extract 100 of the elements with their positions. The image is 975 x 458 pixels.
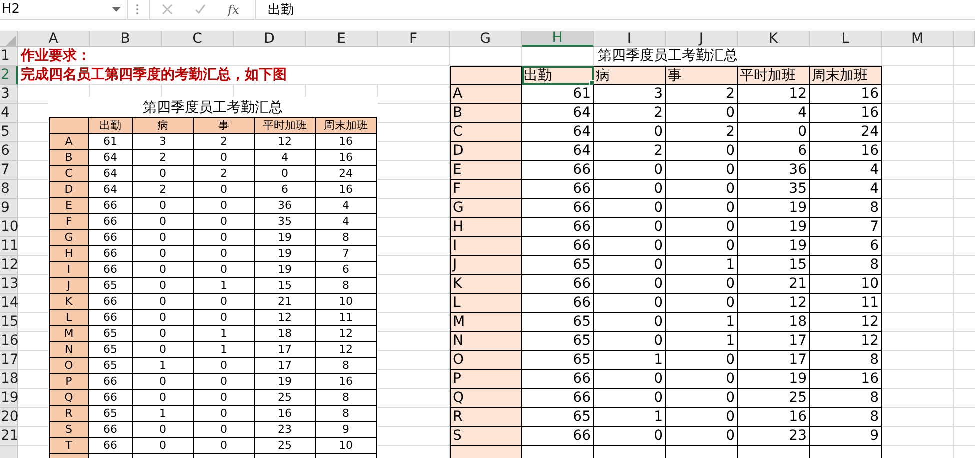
table-title: 第四季度员工考勤汇总: [142, 99, 284, 117]
row-number[interactable]: 6: [0, 142, 18, 161]
row-number[interactable]: 7: [0, 161, 18, 180]
column-header[interactable]: B: [90, 31, 162, 47]
table-cell: 0: [133, 230, 194, 246]
table-cell: 66: [522, 180, 594, 199]
row-number[interactable]: 8: [0, 180, 18, 199]
drag-handle-icon[interactable]: [136, 4, 139, 15]
check-icon[interactable]: [195, 4, 206, 15]
column-header[interactable]: M: [882, 31, 954, 47]
row-number[interactable]: 10: [0, 218, 18, 237]
caret-icon[interactable]: [112, 7, 121, 12]
column-header[interactable]: C: [162, 31, 234, 47]
cancel-icon[interactable]: [162, 4, 173, 15]
row-number[interactable]: 16: [0, 332, 18, 351]
table-cell: 2: [666, 123, 738, 142]
name-cell: C: [450, 123, 522, 142]
table-cell: 12: [738, 85, 810, 104]
table-cell: 0: [194, 422, 255, 438]
table-cell: 3: [594, 85, 666, 104]
table-cell: 0: [594, 332, 666, 351]
name-cell: A: [450, 85, 522, 104]
table-cell: 24: [810, 123, 882, 142]
table-cell: 36: [738, 161, 810, 180]
header-cell[interactable]: 平时加班: [738, 66, 810, 85]
table-cell: 64: [522, 123, 594, 142]
row-number[interactable]: 5: [0, 123, 18, 142]
column-header[interactable]: G: [450, 31, 522, 47]
name-cell: I: [50, 262, 89, 278]
header-cell[interactable]: 事: [666, 66, 738, 85]
table-cell: 0: [738, 123, 810, 142]
column-header[interactable]: L: [810, 31, 882, 47]
row-number[interactable]: 13: [0, 275, 18, 294]
row-number[interactable]: 4: [0, 104, 18, 123]
row-number[interactable]: 20: [0, 408, 18, 427]
column-header[interactable]: I: [594, 31, 666, 47]
row-number[interactable]: 11: [0, 237, 18, 256]
table-cell: 66: [89, 294, 133, 310]
row-number[interactable]: 17: [0, 351, 18, 370]
table-cell: 0: [666, 294, 738, 313]
table-cell: 4: [810, 161, 882, 180]
name-cell: F: [50, 214, 89, 230]
table-cell: 0: [133, 246, 194, 262]
row-number[interactable]: 18: [0, 370, 18, 389]
row-number[interactable]: 1: [0, 47, 18, 66]
column-header[interactable]: [954, 31, 975, 47]
table-cell: 0: [666, 275, 738, 294]
table-cell: 0: [666, 351, 738, 370]
name-box[interactable]: H2: [0, 0, 128, 19]
table-cell: 0: [133, 342, 194, 358]
name-cell: O: [50, 358, 89, 374]
table-cell: 0: [666, 199, 738, 218]
name-cell: E: [50, 198, 89, 214]
insert-function-button[interactable]: fx: [228, 2, 240, 16]
table-cell: 4: [738, 104, 810, 123]
row-number[interactable]: 9: [0, 199, 18, 218]
table-cell: 8: [316, 390, 377, 406]
table-cell: 17: [738, 332, 810, 351]
table-cell: 15: [255, 278, 316, 294]
header-cell[interactable]: 周末加班: [810, 66, 882, 85]
table-cell: 0: [594, 427, 666, 446]
table-cell: 1: [133, 406, 194, 422]
row-number[interactable]: 15: [0, 313, 18, 332]
row-number[interactable]: 12: [0, 256, 18, 275]
name-cell: I: [450, 237, 522, 256]
table-cell: 0: [133, 326, 194, 342]
table-cell: 65: [522, 313, 594, 332]
table-cell: 0: [194, 310, 255, 326]
column-header[interactable]: E: [306, 31, 378, 47]
row-number[interactable]: 19: [0, 389, 18, 408]
table-cell: 66: [89, 374, 133, 390]
column-header[interactable]: H: [522, 31, 594, 47]
table-cell: 7: [316, 246, 377, 262]
row-number[interactable]: 2: [0, 66, 18, 85]
table-cell: 66: [89, 198, 133, 214]
name-cell: Q: [50, 390, 89, 406]
name-cell: N: [450, 332, 522, 351]
header-cell[interactable]: 病: [594, 66, 666, 85]
name-cell: P: [450, 370, 522, 389]
table-cell: 2: [194, 134, 255, 150]
row-number[interactable]: 3: [0, 85, 18, 104]
table-cell: 0: [594, 370, 666, 389]
formula-field[interactable]: 出勤: [262, 0, 975, 19]
name-cell: D: [50, 182, 89, 198]
column-header[interactable]: D: [234, 31, 306, 47]
table-cell: 11: [810, 294, 882, 313]
column-header[interactable]: A: [18, 31, 90, 47]
row-number[interactable]: 21: [0, 427, 18, 446]
column-header[interactable]: F: [378, 31, 450, 47]
row-number[interactable]: 14: [0, 294, 18, 313]
select-all-button[interactable]: [0, 31, 18, 47]
header-cell[interactable]: 出勤: [522, 66, 594, 85]
column-header[interactable]: J: [666, 31, 738, 47]
table-cell: 6: [738, 142, 810, 161]
table-cell: 0: [594, 218, 666, 237]
table-cell: 0: [594, 161, 666, 180]
table-cell: 8: [316, 230, 377, 246]
name-cell: E: [450, 161, 522, 180]
column-header[interactable]: K: [738, 31, 810, 47]
table-cell: 2: [133, 182, 194, 198]
